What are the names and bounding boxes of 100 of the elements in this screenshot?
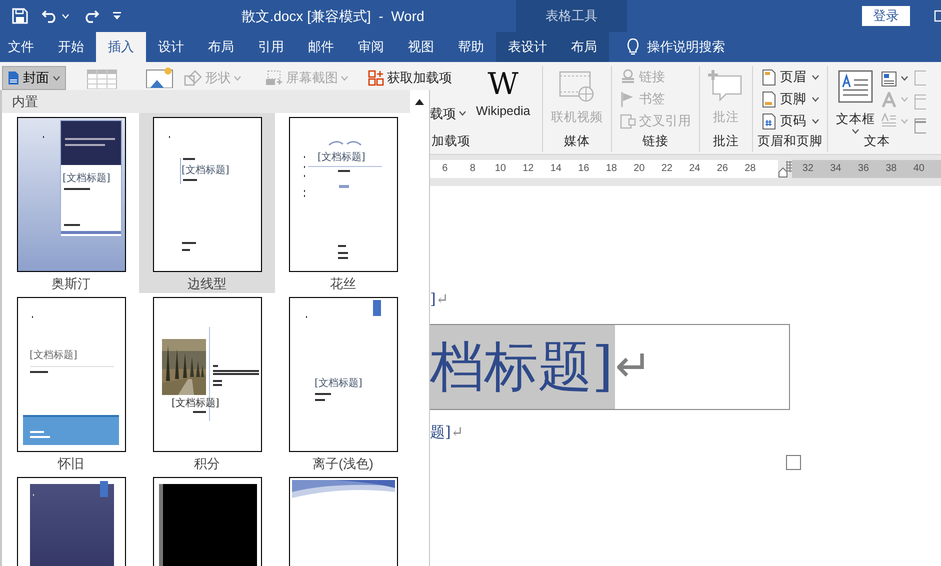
quick-parts-icon xyxy=(881,70,897,87)
ribbon-tab[interactable]: 审阅 xyxy=(346,32,396,62)
placeholder-line xyxy=(192,411,206,413)
ribbon-tab[interactable]: 表设计 xyxy=(496,32,559,62)
signature-icon xyxy=(914,70,926,86)
preview-title: [文档标题] xyxy=(62,173,110,184)
placeholder-line xyxy=(182,158,194,160)
ruler-number: 34 xyxy=(829,162,842,176)
table-icon xyxy=(87,67,117,89)
tell-me-search[interactable]: 操作说明搜索 xyxy=(647,37,725,57)
ribbon-tab[interactable]: 布局 xyxy=(559,32,609,62)
ruler-number: 28 xyxy=(744,162,757,176)
accent-bar xyxy=(60,231,120,234)
ribbon-tab[interactable]: 开始 xyxy=(46,32,96,62)
placeholder-line xyxy=(64,188,90,190)
placeholder-line xyxy=(30,431,44,433)
placeholder-line xyxy=(30,371,48,373)
cross-reference-icon xyxy=(620,112,636,130)
ribbon-tab[interactable]: 插入 xyxy=(96,32,146,62)
login-button[interactable]: 登录 xyxy=(862,6,910,26)
ribbon-tab[interactable]: 视图 xyxy=(396,32,446,62)
wikipedia-button[interactable]: W Wikipedia xyxy=(476,66,530,132)
header-button[interactable]: 页眉 xyxy=(761,66,819,88)
group-label: 媒体 xyxy=(563,133,591,150)
gallery-item[interactable]: [文档标题] 边线型 xyxy=(139,113,275,293)
placeholder-line xyxy=(314,393,330,395)
ruler-number: 18 xyxy=(604,162,618,176)
my-addins-button[interactable]: 载项 xyxy=(430,102,470,125)
gallery-item[interactable]: [文档标题] 怀旧 xyxy=(3,293,139,473)
scroll-up-icon[interactable] xyxy=(415,99,424,105)
preview-title: [文档标题] xyxy=(314,378,362,389)
comment-icon xyxy=(708,70,744,102)
gallery-item[interactable]: [文档标题] 奥斯汀 xyxy=(3,113,139,293)
restore-icon[interactable] xyxy=(934,10,941,22)
paragraph-mark: ↵ xyxy=(450,424,464,440)
cover-page-button[interactable]: 封面 xyxy=(2,66,66,90)
ribbon-tab[interactable]: 引用 xyxy=(246,32,296,62)
ruler-number: 26 xyxy=(716,162,729,176)
group-label: 文本 xyxy=(863,133,891,150)
preview-title: [文档标题] xyxy=(318,152,366,163)
gallery-item[interactable]: [文档标题] 离子(浅色) xyxy=(275,293,411,473)
placeholder-line xyxy=(64,138,114,140)
camera-icon xyxy=(265,70,283,86)
gallery-item[interactable]: [文档标题] 积分 xyxy=(139,293,275,473)
customize-icon[interactable] xyxy=(113,12,121,20)
gallery-item-label: 奥斯汀 xyxy=(52,275,90,293)
drop-cap-icon xyxy=(881,113,897,130)
ribbon-tab[interactable]: 邮件 xyxy=(296,32,346,62)
group-label: 链接 xyxy=(642,133,670,150)
document-text: ] xyxy=(430,291,436,307)
ribbon-tab[interactable]: 帮助 xyxy=(446,32,496,62)
picture-icon xyxy=(146,66,174,88)
gallery-item-label: 离子(浅色) xyxy=(312,455,374,473)
ribbon-tab[interactable]: 布局 xyxy=(196,32,246,62)
ribbon-tab[interactable]: 设计 xyxy=(146,32,196,62)
ornament-mark xyxy=(338,185,348,188)
ruler-number: 40 xyxy=(912,162,926,176)
save-icon[interactable] xyxy=(12,8,28,24)
date-icon xyxy=(914,94,926,110)
preview-title: [文档标题] xyxy=(182,165,230,176)
placeholder-line xyxy=(64,144,104,146)
group-label: 批注 xyxy=(712,133,740,150)
paragraph-mark: ↵ xyxy=(436,291,448,307)
object-icon xyxy=(914,118,926,134)
ruler-number: 20 xyxy=(632,162,646,176)
placeholder-line xyxy=(30,436,50,438)
preview-title: [文档标题] xyxy=(30,350,78,361)
footer-button[interactable]: 页脚 xyxy=(761,88,819,110)
document-text: 题] xyxy=(430,424,451,440)
redo-icon[interactable] xyxy=(83,9,99,23)
tab-marker xyxy=(372,300,380,316)
ruler-number: 32 xyxy=(801,162,814,176)
placeholder-line xyxy=(64,224,80,226)
page-number-icon xyxy=(761,112,777,130)
gallery-item-label: 边线型 xyxy=(188,275,226,293)
caret-icon xyxy=(341,76,348,80)
ornament-icon xyxy=(328,139,362,147)
ruler-number: 14 xyxy=(549,162,562,176)
textbox-button[interactable]: 文本框 xyxy=(836,66,875,132)
get-addins-button[interactable]: 获取加载项 xyxy=(368,68,470,88)
page-number-button[interactable]: 页码 xyxy=(761,110,819,132)
context-title: 表格工具 xyxy=(546,7,598,26)
document-title[interactable]: 档标题] xyxy=(430,325,616,409)
paragraph-mark: ↵ xyxy=(615,341,652,393)
title-textbox[interactable]: 档标题]↵ xyxy=(430,324,790,410)
header-block xyxy=(60,121,120,165)
gallery-item[interactable]: [文档标题] 花丝 xyxy=(275,113,411,293)
ribbon-tab[interactable]: 文件 xyxy=(0,32,46,62)
gallery-item-label: 积分 xyxy=(194,455,220,473)
store-icon xyxy=(368,70,384,86)
ruler-number: 16 xyxy=(577,162,590,176)
group-label: 页眉和页脚 xyxy=(756,133,824,150)
shapes-icon xyxy=(184,70,202,86)
placeholder-line xyxy=(182,242,196,244)
footer-icon xyxy=(761,90,777,108)
video-icon xyxy=(559,70,595,102)
caret-icon xyxy=(53,76,60,80)
gallery-section-header: 内置 xyxy=(2,90,410,113)
undo-icon[interactable] xyxy=(42,9,58,23)
link-icon xyxy=(620,68,636,86)
